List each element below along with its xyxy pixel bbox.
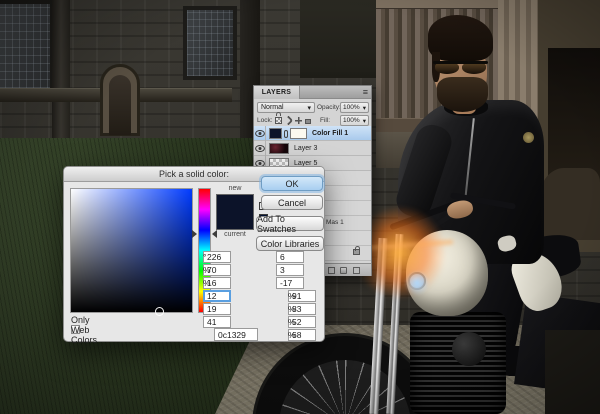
current-color-label: current xyxy=(224,231,246,238)
lock-pixels-icon[interactable] xyxy=(283,115,294,126)
lock-label: Lock: xyxy=(257,117,273,124)
r-input[interactable]: 12 xyxy=(203,290,231,302)
layer-name: Color Fill 1 xyxy=(312,130,349,137)
blend-mode-dropdown[interactable]: Normal ▾ xyxy=(257,102,315,113)
g-input[interactable]: 19 xyxy=(203,303,231,315)
layer-row-color-fill-1[interactable]: Color Fill 1 xyxy=(254,126,371,141)
panel-menu-icon[interactable]: ≡ xyxy=(363,87,368,97)
tab-layers[interactable]: LAYERS xyxy=(254,86,300,99)
hue-slider-indicator[interactable] xyxy=(192,230,197,238)
a-input[interactable]: 3 xyxy=(276,264,304,276)
add-mask-icon[interactable] xyxy=(340,267,347,274)
b3-input[interactable]: -17 xyxy=(276,277,304,289)
lock-position-icon[interactable] xyxy=(295,117,302,124)
screenshot: LAYERS ≡ Normal ▾ Opacity: 100% ▾ Lock: … xyxy=(0,0,600,414)
color-fill-thumbnail[interactable] xyxy=(269,128,282,139)
b2-input[interactable]: 41 xyxy=(203,316,231,328)
color-field-cursor[interactable] xyxy=(155,307,164,316)
fill-label: Fill: xyxy=(320,117,331,124)
layer-name: Layer 3 xyxy=(294,145,318,152)
opacity-label: Opacity: xyxy=(317,104,341,111)
lock-transparency-icon[interactable] xyxy=(275,117,282,124)
h-input[interactable]: 226 xyxy=(203,251,231,263)
lock-all-icon[interactable] xyxy=(305,119,311,124)
stepper-icon: ▾ xyxy=(362,117,366,125)
layer-row-layer-3[interactable]: Layer 3 xyxy=(254,141,371,156)
color-libraries-button[interactable]: Color Libraries xyxy=(256,236,324,251)
fill-value[interactable]: 100% ▾ xyxy=(340,115,369,126)
visibility-eye-icon[interactable] xyxy=(254,126,266,141)
ok-button[interactable]: OK xyxy=(261,176,323,191)
new-current-swatch xyxy=(216,194,254,230)
layer-style-icon[interactable] xyxy=(328,267,335,274)
cancel-button[interactable]: Cancel xyxy=(261,195,323,210)
add-to-swatches-button[interactable]: Add To Swatches xyxy=(256,214,324,234)
partial-layer-name: Mas 1 xyxy=(326,219,344,226)
new-layer-icon[interactable] xyxy=(353,267,360,274)
hex-input[interactable]: 0c1329 xyxy=(214,328,258,341)
visibility-eye-icon[interactable] xyxy=(254,141,266,156)
opacity-value[interactable]: 100% ▾ xyxy=(340,102,369,113)
saturation-brightness-field[interactable] xyxy=(70,188,193,316)
color-picker-dialog: Pick a solid color: new current OK Cance… xyxy=(63,166,325,345)
layer-mask-thumbnail[interactable] xyxy=(290,128,307,139)
l-input[interactable]: 6 xyxy=(276,251,304,263)
only-web-colors-label: Only Web Colors xyxy=(71,314,98,345)
link-mask-icon xyxy=(284,130,288,138)
layer-thumbnail[interactable] xyxy=(269,143,289,154)
chevron-down-icon: ▾ xyxy=(307,104,311,112)
stepper-icon: ▾ xyxy=(362,104,366,112)
lock-badge-icon xyxy=(353,246,360,255)
new-color-label: new xyxy=(228,185,242,192)
